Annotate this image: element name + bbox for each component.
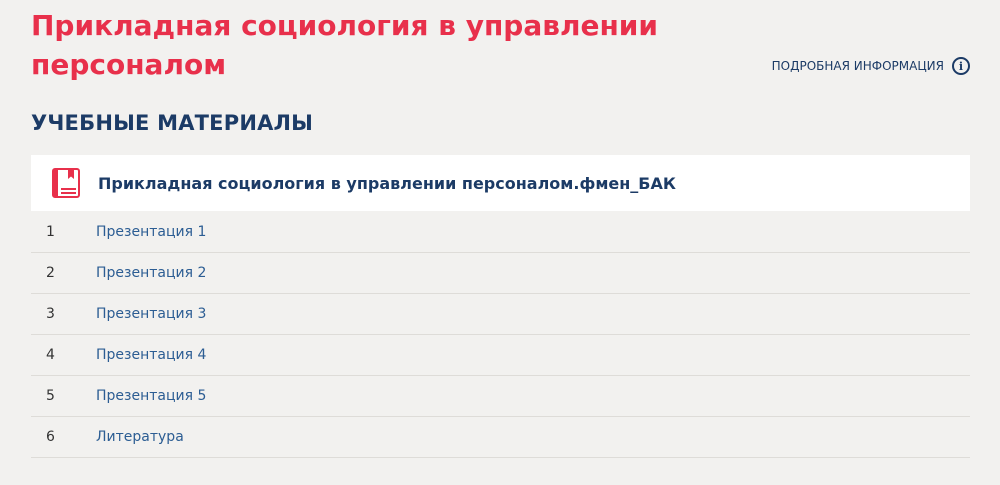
details-link[interactable]: ПОДРОБНАЯ ИНФОРМАЦИЯ i: [772, 57, 970, 75]
item-number: 1: [46, 224, 55, 240]
item-number: 6: [46, 429, 55, 445]
material-link[interactable]: Презентация 1: [96, 224, 206, 240]
section-title: УЧЕБНЫЕ МАТЕРИАЛЫ: [31, 111, 314, 135]
material-link[interactable]: Литература: [96, 429, 184, 445]
list-item: 1 Презентация 1: [31, 212, 970, 253]
item-number: 3: [46, 306, 55, 322]
info-icon[interactable]: i: [952, 57, 970, 75]
material-link[interactable]: Презентация 4: [96, 347, 206, 363]
page-title: Прикладная социология в управлении персо…: [31, 9, 659, 81]
book-icon: [52, 168, 80, 198]
material-link[interactable]: Презентация 5: [96, 388, 206, 404]
item-number: 5: [46, 388, 55, 404]
list-item: 6 Литература: [31, 417, 970, 458]
materials-list: 1 Презентация 1 2 Презентация 2 3 Презен…: [31, 212, 970, 458]
item-number: 4: [46, 347, 55, 363]
list-item: 3 Презентация 3: [31, 294, 970, 335]
item-number: 2: [46, 265, 55, 281]
list-item: 5 Презентация 5: [31, 376, 970, 417]
list-item: 2 Презентация 2: [31, 253, 970, 294]
course-header: Прикладная социология в управлении персо…: [31, 155, 970, 211]
material-link[interactable]: Презентация 2: [96, 265, 206, 281]
course-title: Прикладная социология в управлении персо…: [98, 173, 676, 193]
list-item: 4 Презентация 4: [31, 335, 970, 376]
details-link-label: ПОДРОБНАЯ ИНФОРМАЦИЯ: [771, 59, 944, 73]
material-link[interactable]: Презентация 3: [96, 306, 206, 322]
